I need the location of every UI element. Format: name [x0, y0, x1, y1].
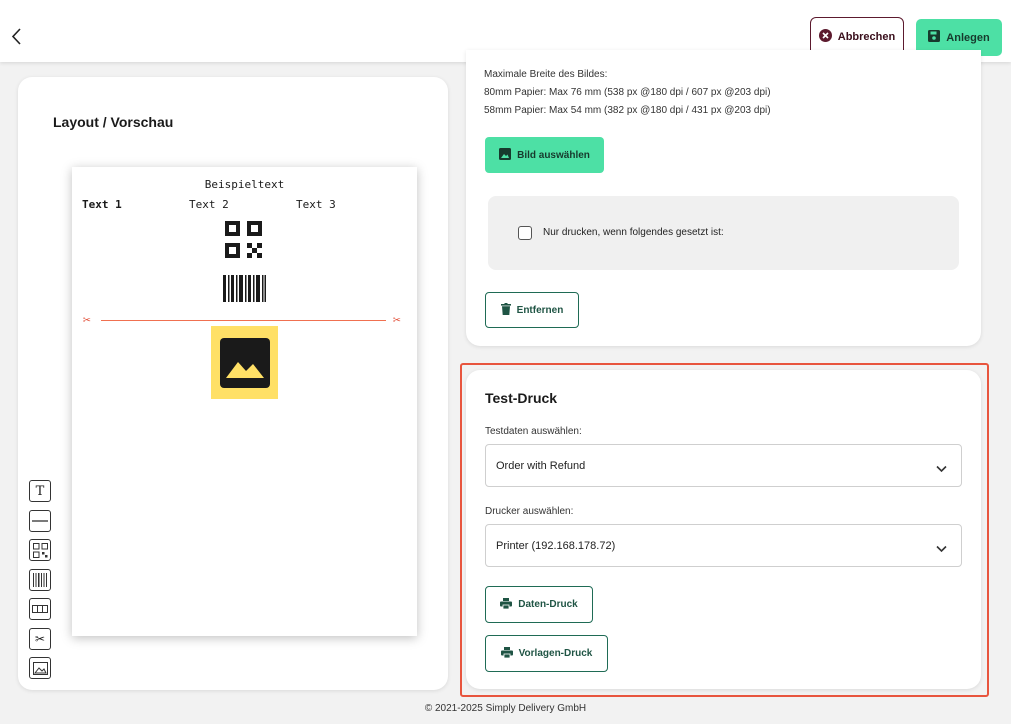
- select-image-button[interactable]: Bild auswählen: [485, 137, 604, 173]
- footer-copyright: © 2021-2025 Simply Delivery GmbH: [424, 703, 587, 714]
- testdata-select-value: Order with Refund: [496, 460, 586, 472]
- printer-select-value: Printer (192.168.178.72): [496, 540, 616, 552]
- qr-code-icon[interactable]: [225, 221, 263, 263]
- template-print-label: Vorlagen-Druck: [518, 648, 593, 659]
- add-qr-tool[interactable]: [29, 539, 51, 561]
- printer-label: Drucker auswählen:: [485, 506, 574, 517]
- data-print-label: Daten-Druck: [518, 599, 578, 610]
- scissors-icon: ✂: [393, 313, 401, 328]
- chevron-down-icon: [936, 540, 947, 558]
- back-icon[interactable]: [10, 27, 28, 47]
- image-icon: [219, 337, 270, 388]
- image-tool-icon: [32, 661, 48, 675]
- scissors-icon: ✂: [83, 313, 91, 328]
- remove-button-label: Entfernen: [516, 304, 564, 316]
- receipt-preview: Beispieltext Text 1 Text 2 Text 3 ✂ ✂: [72, 167, 417, 636]
- add-barcode-tool[interactable]: [29, 568, 51, 591]
- barcode-icon[interactable]: [223, 275, 266, 306]
- printer-select[interactable]: Printer (192.168.178.72): [485, 524, 962, 567]
- condition-box: Nur drucken, wenn folgendes gesetzt ist:: [488, 196, 959, 270]
- testdata-label: Testdaten auswählen:: [485, 426, 582, 437]
- select-image-label: Bild auswählen: [517, 149, 590, 161]
- testdata-select[interactable]: Order with Refund: [485, 444, 962, 487]
- text-icon: T: [35, 483, 45, 499]
- barcode-tool-icon: [33, 572, 47, 587]
- preview-text-1[interactable]: Text 1: [82, 198, 122, 211]
- image-placeholder[interactable]: [211, 326, 278, 399]
- add-line-tool[interactable]: [29, 509, 51, 532]
- line-icon: [32, 519, 48, 522]
- test-print-title: Test-Druck: [485, 390, 558, 406]
- trash-icon: [500, 302, 511, 318]
- condition-checkbox[interactable]: [518, 226, 532, 240]
- create-button-label: Anlegen: [946, 31, 990, 44]
- cancel-button-label: Abbrechen: [837, 31, 896, 43]
- image-settings-card: Maximale Breite des Bildes: 80mm Papier:…: [466, 50, 981, 346]
- printer-icon: [500, 597, 513, 612]
- image-width-info-80mm: 80mm Papier: Max 76 mm (538 px @180 dpi …: [484, 87, 771, 98]
- add-image-tool[interactable]: [29, 657, 51, 679]
- scissors-tool-icon: ✂: [34, 631, 46, 646]
- qr-icon: [32, 542, 48, 558]
- image-width-info-58mm: 58mm Papier: Max 54 mm (382 px @180 dpi …: [484, 105, 771, 116]
- add-columns-tool[interactable]: [29, 598, 51, 620]
- cut-line[interactable]: [101, 320, 386, 321]
- layout-preview-card: Layout / Vorschau Beispieltext Text 1 Te…: [18, 77, 448, 690]
- printer-icon: [500, 646, 513, 661]
- add-text-tool[interactable]: T: [29, 480, 51, 502]
- cancel-circle-icon: [818, 29, 832, 45]
- remove-button[interactable]: Entfernen: [485, 292, 579, 328]
- image-icon: [499, 147, 512, 163]
- chevron-down-icon: [936, 460, 947, 478]
- condition-label: Nur drucken, wenn folgendes gesetzt ist:: [543, 227, 724, 238]
- columns-icon: [32, 605, 48, 613]
- preview-text-3[interactable]: Text 3: [296, 198, 336, 211]
- add-cut-tool[interactable]: ✂: [29, 627, 51, 650]
- image-width-info-title: Maximale Breite des Bildes:: [484, 69, 608, 80]
- preview-text-2[interactable]: Text 2: [189, 198, 229, 211]
- element-toolbox: T ✂: [29, 480, 51, 687]
- layout-title: Layout / Vorschau: [53, 114, 174, 130]
- preview-example-text[interactable]: Beispieltext: [72, 178, 417, 191]
- save-icon: [928, 30, 941, 45]
- data-print-button[interactable]: Daten-Druck: [485, 586, 593, 623]
- template-print-button[interactable]: Vorlagen-Druck: [485, 635, 608, 672]
- test-print-card: Test-Druck Testdaten auswählen: Order wi…: [466, 370, 981, 689]
